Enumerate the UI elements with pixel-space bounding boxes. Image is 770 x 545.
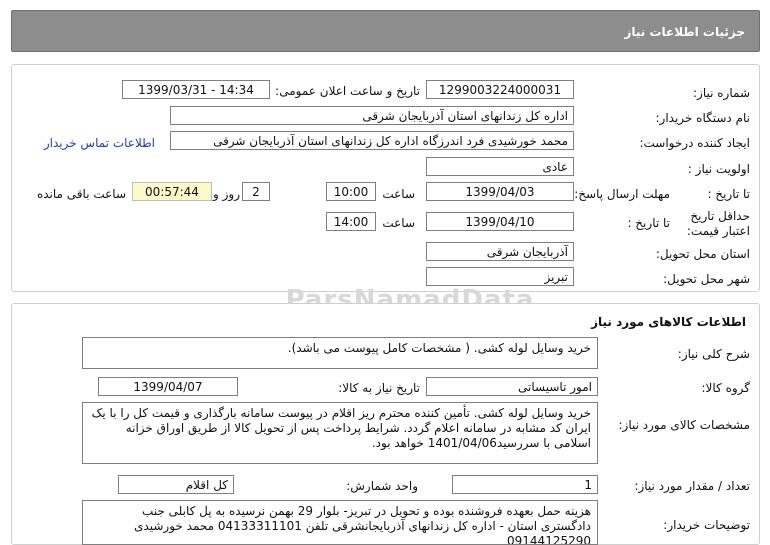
deadline-until-label: تا تاریخ : [707, 187, 750, 201]
validity-label: حداقل تاریخ اعتبار قیمت: [686, 209, 750, 238]
unit-label: واحد شمارش: [346, 479, 418, 493]
buyer-notes-field[interactable]: هزینه حمل بعهده فروشنده بوده و تحویل در … [82, 500, 598, 545]
buyer-field[interactable]: اداره کل زندانهای استان آذربایجان شرقی [170, 106, 574, 125]
goods-group-label: گروه کالا: [701, 381, 751, 395]
summary-label: شرح کلی نیاز: [677, 347, 750, 361]
deadline-time-field[interactable]: 10:00 [326, 182, 376, 201]
need-date-label: تاریخ نیاز به کالا: [338, 381, 420, 395]
buyer-label: نام دستگاه خریدار: [655, 111, 751, 125]
days-remaining-field: 2 [242, 182, 270, 201]
unit-field[interactable]: کل اقلام [118, 475, 234, 494]
quantity-label: تعداد / مقدار مورد نیاز: [634, 479, 750, 493]
need-date-field[interactable]: 1399/04/07 [98, 377, 238, 396]
remaining-time-field: 00:57:44 [132, 182, 212, 201]
province-field[interactable]: آذربایجان شرقی [426, 242, 574, 261]
validity-time-label: ساعت [382, 216, 415, 230]
need-number-field[interactable]: 1299003224000031 [426, 80, 574, 99]
deadline-date-field[interactable]: 1399/04/03 [426, 182, 574, 201]
spec-field[interactable]: خرید وسایل لوله کشی. تأمین کننده محترم ر… [82, 402, 598, 464]
summary-field[interactable]: خرید وسایل لوله کشی. ( مشخصات کامل پیوست… [82, 337, 598, 369]
validity-time-field[interactable]: 14:00 [326, 212, 376, 231]
quantity-field[interactable]: 1 [452, 475, 598, 494]
page-title: جزئیات اطلاعات نیاز [624, 25, 745, 39]
buyer-notes-label: توضیحات خریدار: [663, 518, 750, 532]
spec-label: مشخصات کالای مورد نیاز: [618, 418, 750, 432]
buyer-contact-link[interactable]: اطلاعات تماس خریدار [44, 136, 155, 150]
deadline-label: مهلت ارسال پاسخ: [574, 187, 670, 201]
city-label: شهر محل تحویل: [663, 272, 750, 286]
deadline-time-label: ساعت [382, 187, 415, 201]
need-number-label: شماره نیاز: [693, 86, 750, 100]
goods-group-field[interactable]: امور تاسیساتی [426, 377, 598, 396]
province-label: استان محل تحویل: [655, 247, 750, 261]
priority-label: اولویت نیاز : [687, 162, 750, 176]
validity-date-field[interactable]: 1399/04/10 [426, 212, 574, 231]
goods-section-title: اطلاعات کالاهای مورد نیاز [591, 315, 746, 329]
announce-label: تاریخ و ساعت اعلان عمومی: [275, 84, 420, 98]
requester-field[interactable]: محمد خورشیدی فرد اندرزگاه اداره کل زندان… [170, 131, 574, 150]
validity-until-label: تا تاریخ : [627, 216, 670, 230]
priority-field[interactable]: عادی [426, 157, 574, 176]
days-label: روز و [213, 187, 240, 201]
announce-field[interactable]: 1399/03/31 - 14:34 [122, 80, 270, 99]
remaining-time-label: ساعت باقی مانده [36, 187, 126, 201]
city-field[interactable]: تبریز [426, 267, 574, 286]
page-title-bar: جزئیات اطلاعات نیاز [11, 10, 760, 52]
requester-label: ایجاد کننده درخواست: [639, 136, 750, 150]
